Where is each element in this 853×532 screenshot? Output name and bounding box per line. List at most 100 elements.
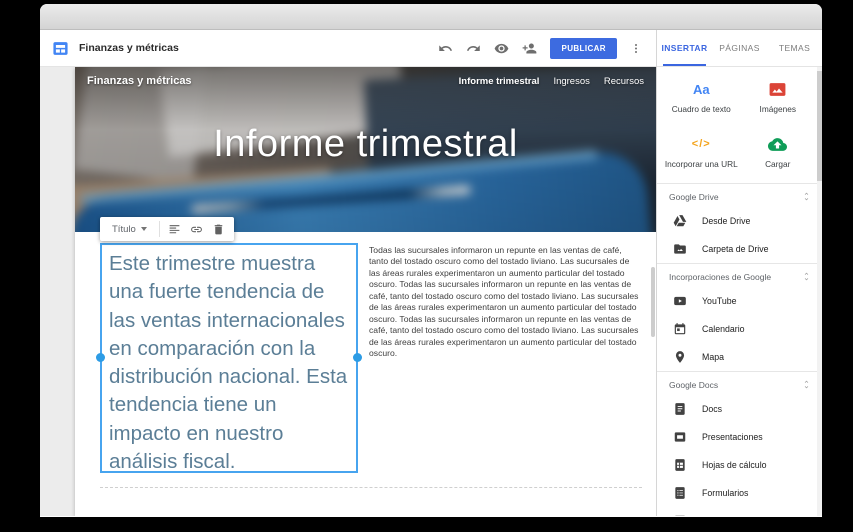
publish-button[interactable]: PUBLICAR: [550, 38, 617, 59]
toolbar-divider: [159, 221, 160, 237]
body-text[interactable]: Todas las sucursales informaron un repun…: [369, 245, 642, 360]
resize-handle-right[interactable]: [353, 353, 362, 362]
insert-link-button[interactable]: [186, 218, 208, 240]
upload-icon: [768, 135, 787, 154]
tab-insertar[interactable]: INSERTAR: [657, 30, 712, 66]
editor-canvas: Finanzas y métricas Informe trimestral I…: [40, 67, 656, 516]
embed-url-icon: </>: [692, 138, 711, 150]
insert-tiles: Aa Cuadro de texto Imágenes </: [657, 67, 822, 183]
add-person-icon[interactable]: [522, 41, 537, 56]
panel-scrollbar-thumb[interactable]: [817, 71, 822, 181]
item-label: Desde Drive: [702, 216, 750, 226]
item-label: YouTube: [702, 296, 737, 306]
section-title: Incorporaciones de Google: [669, 272, 771, 282]
tile-incorporar-una-url[interactable]: </> Incorporar una URL: [663, 134, 740, 169]
tile-label: Cuadro de texto: [663, 104, 740, 114]
item-docs[interactable]: Docs: [657, 395, 822, 423]
undo-icon[interactable]: [438, 41, 453, 56]
section-google-docs: Google Docs Docs: [657, 371, 822, 516]
slides-icon: [673, 430, 687, 444]
item-label: Calendario: [702, 324, 745, 334]
intro-text-box[interactable]: Este trimestre muestra una fuerte tenden…: [100, 243, 358, 473]
insert-panel: INSERTAR PÁGINAS TEMAS Aa Cuadro de text…: [656, 30, 822, 516]
site-header: Finanzas y métricas Informe trimestral I…: [75, 67, 656, 95]
section-google-drive: Google Drive Desde Drive: [657, 183, 822, 263]
item-label: Mapa: [702, 352, 724, 362]
item-label: Carpeta de Drive: [702, 244, 769, 254]
item-carpeta-de-drive[interactable]: Carpeta de Drive: [657, 235, 822, 263]
text-style-label: Título: [112, 224, 136, 235]
tile-label: Imágenes: [740, 104, 817, 114]
collapse-icon: [801, 271, 812, 282]
forms-icon: [673, 486, 687, 500]
canvas-scrollbar[interactable]: [651, 267, 655, 337]
map-pin-icon: [673, 350, 687, 364]
tile-imagenes[interactable]: Imágenes: [740, 79, 817, 114]
item-formularios[interactable]: Formularios: [657, 479, 822, 507]
tab-paginas[interactable]: PÁGINAS: [712, 30, 767, 66]
app-window: Finanzas y métricas PUBLICAR: [40, 4, 822, 517]
youtube-icon: [673, 294, 687, 308]
section-title: Google Drive: [669, 192, 719, 202]
item-calendario[interactable]: Calendario: [657, 315, 822, 343]
item-desde-drive[interactable]: Desde Drive: [657, 207, 822, 235]
item-graficos[interactable]: Gráficos: [657, 507, 822, 516]
editor-toolbar: Finanzas y métricas PUBLICAR: [40, 30, 656, 67]
hero-section[interactable]: Finanzas y métricas Informe trimestral I…: [75, 67, 656, 232]
docs-icon: [673, 402, 687, 416]
preview-eye-icon[interactable]: [494, 41, 509, 56]
tab-temas[interactable]: TEMAS: [767, 30, 822, 66]
section-header-incorporaciones[interactable]: Incorporaciones de Google: [657, 264, 822, 287]
site-nav: Informe trimestral Ingresos Recursos: [459, 76, 644, 87]
section-header-google-drive[interactable]: Google Drive: [657, 184, 822, 207]
collapse-icon: [801, 379, 812, 390]
tile-label: Incorporar una URL: [663, 159, 740, 169]
nav-link-informe-trimestral[interactable]: Informe trimestral: [459, 76, 540, 87]
item-label: Docs: [702, 404, 722, 414]
tile-cargar[interactable]: Cargar: [740, 134, 817, 169]
trash-icon: [212, 223, 225, 236]
item-label: Presentaciones: [702, 432, 763, 442]
panel-scrollbar[interactable]: [817, 67, 822, 516]
text-style-dropdown[interactable]: Título: [104, 224, 155, 235]
charts-icon: [673, 514, 687, 516]
delete-button[interactable]: [208, 218, 230, 240]
section-title: Google Docs: [669, 380, 718, 390]
resize-handle-left[interactable]: [96, 353, 105, 362]
images-icon: [768, 80, 787, 99]
align-button[interactable]: [164, 218, 186, 240]
text-box-icon: Aa: [693, 82, 710, 97]
site-name: Finanzas y métricas: [87, 75, 192, 87]
tile-label: Cargar: [740, 159, 817, 169]
nav-link-ingresos[interactable]: Ingresos: [553, 76, 589, 87]
link-icon: [190, 223, 203, 236]
item-youtube[interactable]: YouTube: [657, 287, 822, 315]
drive-icon: [673, 214, 687, 228]
browser-chrome-strip: [40, 4, 822, 30]
item-label: Hojas de cálculo: [702, 460, 767, 470]
align-left-icon: [168, 223, 181, 236]
redo-icon[interactable]: [466, 41, 481, 56]
sites-logo-icon[interactable]: [52, 40, 69, 57]
text-format-toolbar: Título: [100, 217, 234, 241]
nav-link-recursos[interactable]: Recursos: [604, 76, 644, 87]
more-options-icon[interactable]: [630, 41, 642, 56]
item-presentaciones[interactable]: Presentaciones: [657, 423, 822, 451]
collapse-icon: [801, 191, 812, 202]
section-incorporaciones: Incorporaciones de Google YouTube: [657, 263, 822, 371]
calendar-icon: [673, 322, 687, 336]
section-divider: [100, 487, 642, 488]
item-hojas-de-calculo[interactable]: Hojas de cálculo: [657, 451, 822, 479]
item-mapa[interactable]: Mapa: [657, 343, 822, 371]
panel-body: Aa Cuadro de texto Imágenes </: [657, 67, 822, 516]
sheets-icon: [673, 458, 687, 472]
tile-cuadro-de-texto[interactable]: Aa Cuadro de texto: [663, 79, 740, 114]
panel-tabs: INSERTAR PÁGINAS TEMAS: [657, 30, 822, 67]
hero-title[interactable]: Informe trimestral: [75, 123, 656, 166]
site-title[interactable]: Finanzas y métricas: [79, 42, 179, 54]
intro-text[interactable]: Este trimestre muestra una fuerte tenden…: [109, 250, 349, 476]
section-header-google-docs[interactable]: Google Docs: [657, 372, 822, 395]
item-label: Formularios: [702, 488, 748, 498]
chevron-down-icon: [141, 227, 147, 231]
drive-folder-icon: [673, 242, 687, 256]
